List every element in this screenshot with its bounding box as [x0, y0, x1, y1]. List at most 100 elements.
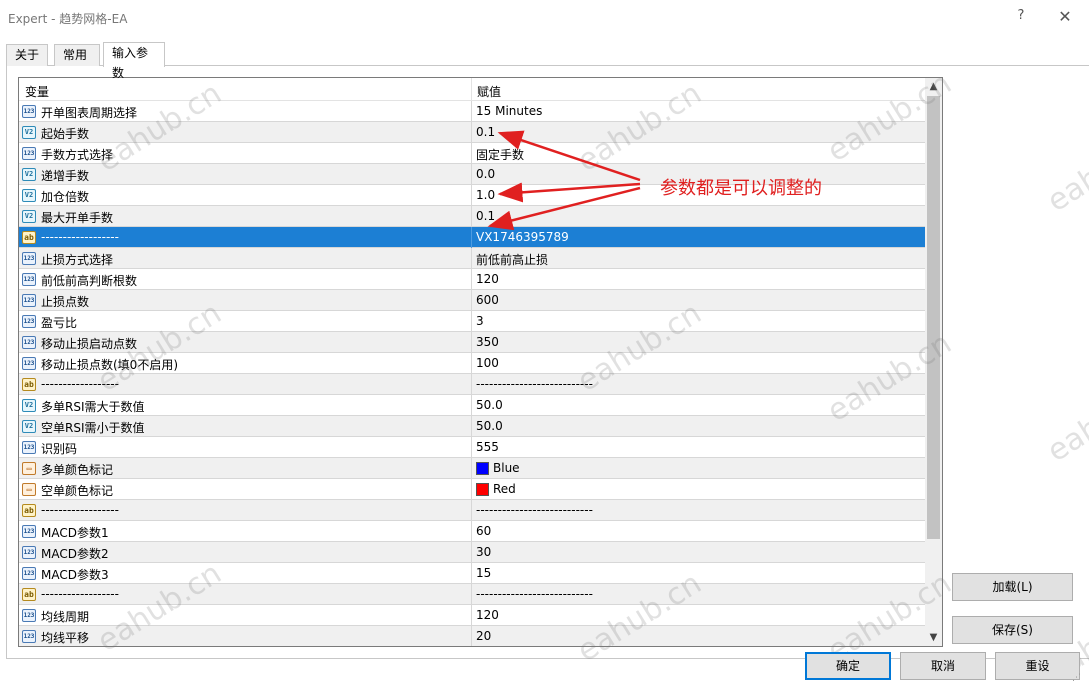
- param-value[interactable]: 60: [476, 524, 491, 538]
- scroll-thumb[interactable]: [927, 96, 940, 539]
- table-row[interactable]: 123 MACD参数1 60: [19, 521, 925, 542]
- table-row[interactable]: 123 识别码 555: [19, 437, 925, 458]
- param-name: 前低前高判断根数: [41, 274, 138, 288]
- tab-input-parameters[interactable]: 输入参数: [103, 42, 165, 80]
- table-row[interactable]: ab ------------------ VX1746395789: [19, 227, 925, 248]
- table-row[interactable]: 123 止损点数 600: [19, 290, 925, 311]
- table-row[interactable]: 123 前低前高判断根数 120: [19, 269, 925, 290]
- table-row[interactable]: ab ------------------ --------------------…: [19, 500, 925, 521]
- column-separator: [471, 122, 472, 143]
- cancel-button[interactable]: 取消: [900, 652, 986, 680]
- color-param-icon: ▭: [22, 483, 36, 496]
- table-row[interactable]: ab ------------------ --------------------…: [19, 374, 925, 395]
- param-value[interactable]: 15 Minutes: [476, 104, 542, 118]
- param-name: 加仓倍数: [41, 190, 90, 204]
- param-value[interactable]: 600: [476, 293, 499, 307]
- table-row[interactable]: 123 移动止损启动点数 350: [19, 332, 925, 353]
- table-row[interactable]: 123 MACD参数3 15: [19, 563, 925, 584]
- table-row[interactable]: ▭ 空单颜色标记 Red: [19, 479, 925, 500]
- table-row[interactable]: 123 均线平移 20: [19, 626, 925, 646]
- table-row[interactable]: V2 最大开单手数 0.1: [19, 206, 925, 227]
- param-name: 起始手数: [41, 127, 90, 141]
- close-icon[interactable]: ✕: [1054, 6, 1076, 28]
- save-button[interactable]: 保存(S): [952, 616, 1073, 644]
- parameters-grid[interactable]: 变量 赋值 123 开单图表周期选择 15 Minutes V2 起始手数 0.1 123 手…: [18, 77, 943, 647]
- param-value[interactable]: 100: [476, 356, 499, 370]
- param-value[interactable]: 0.0: [476, 167, 495, 181]
- reset-button[interactable]: 重设: [995, 652, 1080, 680]
- column-separator: [471, 269, 472, 290]
- param-value[interactable]: Blue: [493, 461, 520, 475]
- param-value[interactable]: VX1746395789: [476, 230, 569, 244]
- table-row[interactable]: 123 手数方式选择 固定手数: [19, 143, 925, 164]
- param-value[interactable]: ---------------------------: [476, 377, 593, 391]
- param-name: 多单颜色标记: [41, 463, 114, 477]
- param-value[interactable]: 前低前高止损: [476, 251, 548, 268]
- param-value[interactable]: ---------------------------: [476, 587, 593, 601]
- column-separator: [471, 395, 472, 416]
- param-value[interactable]: 350: [476, 335, 499, 349]
- param-value[interactable]: 50.0: [476, 398, 503, 412]
- column-separator: [471, 164, 472, 185]
- scroll-down-icon[interactable]: ▼: [925, 629, 942, 646]
- param-value[interactable]: 120: [476, 272, 499, 286]
- table-row[interactable]: V2 空单RSI需小于数值 50.0: [19, 416, 925, 437]
- table-row[interactable]: ab ------------------ --------------------…: [19, 584, 925, 605]
- table-row[interactable]: 123 止损方式选择 前低前高止损: [19, 248, 925, 269]
- column-separator: [471, 626, 472, 646]
- param-value[interactable]: 0.1: [476, 209, 495, 223]
- load-button[interactable]: 加载(L): [952, 573, 1073, 601]
- table-row[interactable]: 123 盈亏比 3: [19, 311, 925, 332]
- help-icon[interactable]: ?: [1013, 8, 1029, 26]
- param-value[interactable]: 50.0: [476, 419, 503, 433]
- param-value[interactable]: Red: [493, 482, 516, 496]
- param-name: MACD参数2: [41, 547, 109, 561]
- table-row[interactable]: 123 MACD参数2 30: [19, 542, 925, 563]
- param-value[interactable]: 15: [476, 566, 491, 580]
- string-param-icon: ab: [22, 588, 36, 601]
- tab-about[interactable]: 关于: [6, 44, 48, 66]
- param-value[interactable]: 120: [476, 608, 499, 622]
- param-name: 识别码: [41, 442, 78, 456]
- param-value[interactable]: 20: [476, 629, 491, 643]
- integer-param-icon: 123: [22, 294, 36, 307]
- param-value[interactable]: 固定手数: [476, 146, 524, 163]
- column-header-variable[interactable]: 变量: [25, 83, 49, 100]
- table-row[interactable]: V2 起始手数 0.1: [19, 122, 925, 143]
- vertical-scrollbar[interactable]: ▲ ▼: [925, 78, 942, 646]
- param-name: ------------------: [41, 503, 119, 517]
- grid-header: 变量 赋值: [19, 78, 925, 101]
- title-bar: Expert - 趋势网格-EA ? ✕: [0, 0, 1089, 36]
- window-title: Expert - 趋势网格-EA: [8, 12, 128, 26]
- string-param-icon: ab: [22, 504, 36, 517]
- table-row[interactable]: 123 开单图表周期选择 15 Minutes: [19, 101, 925, 122]
- scroll-up-icon[interactable]: ▲: [925, 78, 942, 95]
- param-name: 空单颜色标记: [41, 484, 114, 498]
- column-header-value[interactable]: 赋值: [477, 83, 501, 100]
- param-value[interactable]: 555: [476, 440, 499, 454]
- param-value[interactable]: 30: [476, 545, 491, 559]
- param-value[interactable]: ---------------------------: [476, 503, 593, 517]
- double-param-icon: V2: [22, 210, 36, 223]
- ok-button[interactable]: 确定: [805, 652, 891, 680]
- param-name: ------------------: [41, 587, 119, 601]
- resize-grip-icon[interactable]: ⋰: [1072, 673, 1086, 687]
- color-param-icon: ▭: [22, 462, 36, 475]
- param-name: 盈亏比: [41, 316, 78, 330]
- param-value[interactable]: 1.0: [476, 188, 495, 202]
- string-param-icon: ab: [22, 231, 36, 244]
- table-row[interactable]: V2 多单RSI需大于数值 50.0: [19, 395, 925, 416]
- param-value[interactable]: 3: [476, 314, 484, 328]
- integer-param-icon: 123: [22, 441, 36, 454]
- double-param-icon: V2: [22, 168, 36, 181]
- column-separator: [471, 185, 472, 206]
- integer-param-icon: 123: [22, 252, 36, 265]
- column-separator: [471, 563, 472, 584]
- column-separator: [471, 143, 472, 164]
- table-row[interactable]: 123 移动止损点数(填0不启用) 100: [19, 353, 925, 374]
- table-row[interactable]: 123 均线周期 120: [19, 605, 925, 626]
- param-value[interactable]: 0.1: [476, 125, 495, 139]
- tab-common[interactable]: 常用: [54, 44, 100, 66]
- param-name: 递增手数: [41, 169, 90, 183]
- table-row[interactable]: ▭ 多单颜色标记 Blue: [19, 458, 925, 479]
